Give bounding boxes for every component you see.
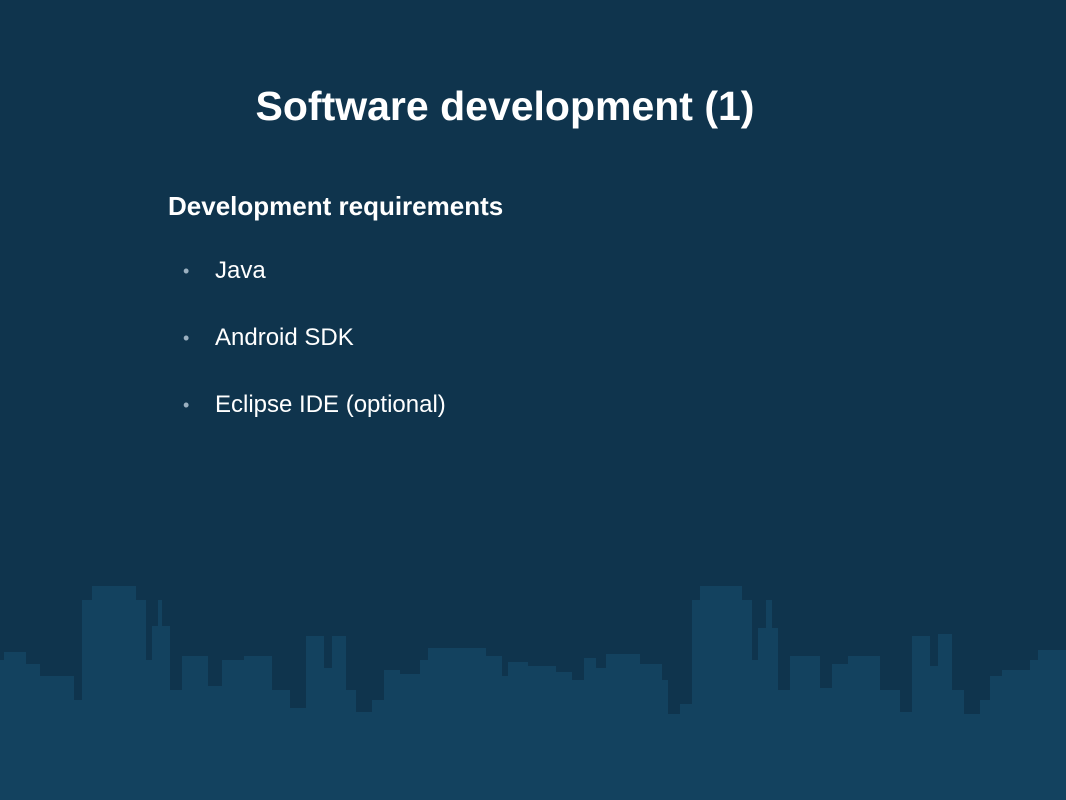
bullet-item-java: • Java xyxy=(178,254,446,321)
bullet-item-eclipse-ide: • Eclipse IDE (optional) xyxy=(178,388,446,455)
bullet-list: • Java • Android SDK • Eclipse IDE (opti… xyxy=(178,254,446,455)
slide-subtitle: Development requirements xyxy=(168,191,504,221)
bullet-dot-icon: • xyxy=(183,261,190,281)
slide-title: Software development (1) xyxy=(255,83,755,129)
city-skyline-icon xyxy=(0,586,1066,800)
bullet-text: Android SDK xyxy=(215,324,354,351)
bullet-text: Java xyxy=(215,257,266,284)
bullet-item-android-sdk: • Android SDK xyxy=(178,321,446,388)
bullet-text: Eclipse IDE (optional) xyxy=(215,391,446,418)
bullet-dot-icon: • xyxy=(183,395,190,415)
bullet-dot-icon: • xyxy=(183,328,190,348)
slide: Software development (1) Development req… xyxy=(0,0,1066,800)
